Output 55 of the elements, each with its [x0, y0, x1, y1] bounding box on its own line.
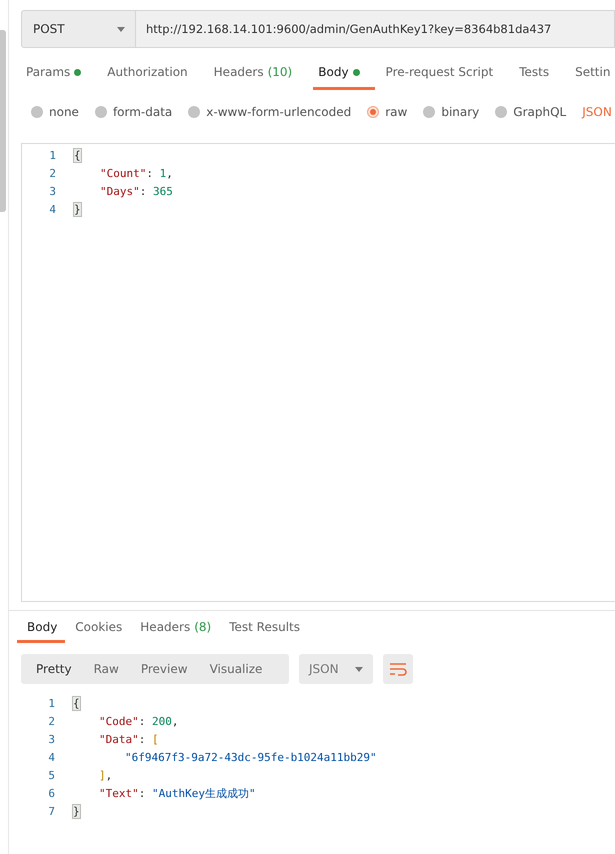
radio-label[interactable]: none: [49, 105, 79, 119]
code-line: "Days": 365: [100, 184, 173, 198]
method-select[interactable]: POST: [21, 10, 136, 48]
response-tab[interactable]: Cookies: [65, 616, 130, 643]
radio-label[interactable]: x-www-form-urlencoded: [206, 105, 352, 119]
wrap-icon: [389, 662, 407, 676]
radio-button[interactable]: [94, 106, 107, 118]
url-field[interactable]: http://192.168.14.101:9600/admin/GenAuthKey1?key=8364b81da437: [136, 10, 615, 48]
body-editor[interactable]: 1 { 2 "Count": 1, 3 "Days": 365 4 }: [21, 143, 615, 602]
line-number: 2: [48, 166, 56, 180]
code-line: "6f9467f3-9a72-43dc-95fe-b1024a11bb29": [125, 750, 377, 764]
radio-label[interactable]: form-data: [112, 105, 172, 119]
code-line: "Count": 1,: [100, 166, 174, 180]
radio-button[interactable]: [423, 106, 436, 118]
line-number: 6: [47, 786, 55, 800]
request-tab[interactable]: Authorization: [102, 61, 203, 90]
line-number: 3: [47, 732, 55, 746]
line-number: 7: [47, 804, 55, 818]
radio-button[interactable]: [495, 106, 508, 118]
view-mode-tab[interactable]: Raw: [82, 662, 130, 676]
scrollbar-thumb[interactable]: [0, 30, 6, 212]
radio-button[interactable]: [367, 106, 380, 118]
format-link[interactable]: JSON: [582, 105, 612, 119]
response-tab[interactable]: Headers (8): [130, 616, 220, 643]
response-tab[interactable]: Test Results: [219, 616, 308, 643]
line-number: 3: [48, 184, 56, 198]
radio-label[interactable]: raw: [385, 105, 408, 119]
line-number: 1: [48, 148, 56, 162]
code-line: ],: [99, 768, 114, 782]
caret-icon: [117, 26, 125, 32]
line-number: 1: [47, 696, 55, 710]
wrap-button[interactable]: [383, 654, 413, 684]
code-line: "Text": "AuthKey生成成功": [99, 786, 256, 800]
line-number: 4: [47, 750, 55, 764]
request-tab[interactable]: Pre-request Script: [380, 61, 508, 90]
request-tab[interactable]: Body: [313, 61, 375, 90]
view-mode-tab[interactable]: Visualize: [198, 662, 274, 676]
request-tab[interactable]: Params: [21, 61, 96, 90]
code-line: "Code": 200,: [99, 714, 180, 728]
view-mode-tab[interactable]: Pretty: [25, 662, 83, 676]
request-tab[interactable]: Tests: [514, 61, 564, 90]
radio-button[interactable]: [31, 106, 43, 118]
caret-icon: [355, 666, 363, 672]
line-number: 2: [47, 714, 55, 728]
code-line: "Data": [: [99, 732, 159, 746]
line-number: 5: [47, 768, 55, 782]
radio-label[interactable]: binary: [441, 105, 480, 119]
radio-label[interactable]: GraphQL: [513, 105, 566, 119]
request-tab[interactable]: Headers (10): [208, 61, 308, 90]
view-mode-tab[interactable]: Preview: [130, 662, 199, 676]
format-select[interactable]: JSON: [299, 654, 373, 684]
request-tab[interactable]: Settin: [570, 61, 615, 90]
line-number: 4: [48, 202, 56, 216]
response-tab[interactable]: Body: [17, 616, 66, 643]
radio-button[interactable]: [188, 106, 200, 118]
